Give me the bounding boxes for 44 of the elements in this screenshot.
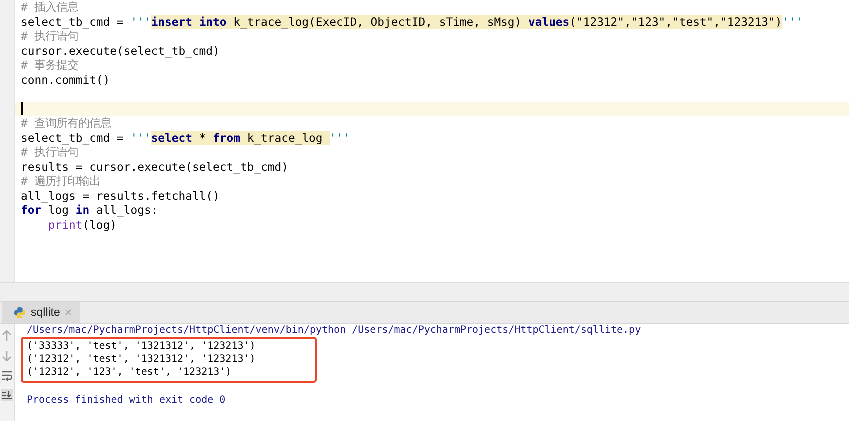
command-line: /Users/mac/PycharmProjects/HttpClient/venv/bin/python /Users/mac/PycharmProjects/HttpClient/sqllite.py <box>27 324 642 337</box>
close-icon[interactable] <box>65 309 72 316</box>
text-caret <box>21 102 23 116</box>
down-arrow-icon[interactable] <box>2 350 12 362</box>
code-token: (log) <box>82 218 117 232</box>
code-token: ''' <box>130 14 152 29</box>
code-token: ''' <box>330 130 350 145</box>
code-comment: # 执行语句 <box>21 29 79 44</box>
code-token: k_trace_log <box>240 130 330 145</box>
code-token: ''' <box>130 130 152 145</box>
python-logo-icon <box>14 306 26 318</box>
scroll-to-end-icon[interactable] <box>1 389 13 401</box>
code-token: ("12312","123","test","123213") <box>570 14 782 29</box>
code-token: insert into <box>151 14 227 29</box>
wrap-icon[interactable] <box>1 370 13 381</box>
code-token: all_logs = results.fetchall() <box>21 188 220 203</box>
code-token: select_tb_cmd = <box>21 130 125 145</box>
code-token: cursor.execute(select_tb_cmd) <box>21 44 220 58</box>
code-token: in <box>76 203 90 218</box>
run-tab[interactable]: sqllite <box>2 302 80 323</box>
up-arrow-icon[interactable] <box>2 330 12 342</box>
code-token: all_logs: <box>95 203 158 218</box>
output-line: ('12312', '123', 'test', '123213') <box>27 366 233 379</box>
code-token: values <box>528 14 570 29</box>
output-line: ('33333', 'test', '1321312', '123213') <box>27 340 257 353</box>
code-token: print <box>48 218 83 232</box>
code-token: ''' <box>782 14 803 29</box>
code-token: for <box>21 203 42 218</box>
code-token: conn.commit() <box>21 72 110 87</box>
exit-message: Process finished with exit code 0 <box>27 394 227 407</box>
code-comment: # 查询所有的信息 <box>21 116 112 130</box>
code-token: results = cursor.execute(select_tb_cmd) <box>21 160 288 174</box>
code-comment: # 遍历打印输出 <box>21 174 101 188</box>
code-comment: # 插入信息 <box>21 0 79 14</box>
code-token: from <box>213 130 240 145</box>
code-token: k_trace_log(ExecID, ObjectID, sTime, sMsg) <box>226 14 528 29</box>
code-token: select_tb_cmd = <box>21 14 125 29</box>
code-editor[interactable] <box>0 0 849 282</box>
code-token: select <box>151 130 192 145</box>
code-token: * <box>192 130 214 145</box>
output-line: ('12312', 'test', '1321312', '123213') <box>27 353 257 366</box>
code-comment: # 事务提交 <box>21 58 79 72</box>
code-comment: # 执行语句 <box>21 145 79 160</box>
code-token: log <box>47 203 70 218</box>
